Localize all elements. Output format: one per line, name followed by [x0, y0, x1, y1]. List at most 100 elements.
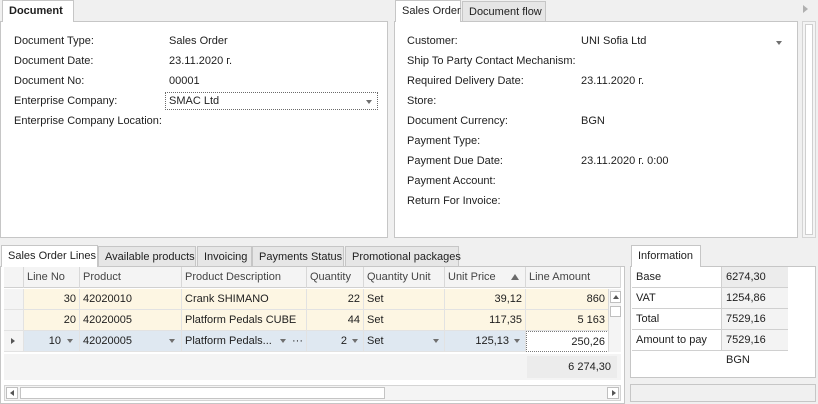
cell-unit-price[interactable]: 117,35	[445, 310, 526, 331]
cell-description[interactable]: Platform Pedals CUBE	[182, 310, 307, 331]
table-row[interactable]: 30 42020010 Crank SHIMANO 22 Set 39,12 8…	[4, 289, 609, 310]
tab-sales-order[interactable]: Sales Order	[395, 0, 461, 22]
payment-type-label: Payment Type:	[407, 135, 481, 147]
cell-description-value: Platform Pedals...	[185, 335, 272, 347]
payment-due-date-label: Payment Due Date:	[407, 155, 503, 167]
cell-line-no[interactable]: 10	[24, 331, 80, 352]
scroll-left-icon[interactable]	[6, 387, 18, 399]
cell-line-amount[interactable]: 5 163	[526, 310, 609, 331]
scrollbar-thumb[interactable]	[20, 387, 385, 399]
grid-vertical-scrollbar[interactable]	[608, 289, 621, 352]
chevron-down-icon[interactable]	[280, 339, 286, 343]
chevron-down-icon[interactable]	[433, 339, 439, 343]
scroll-right-icon[interactable]	[607, 387, 619, 399]
cell-unit[interactable]: Set	[364, 310, 445, 331]
cell-product[interactable]: 42020005	[80, 310, 182, 331]
tab-invoicing[interactable]: Invoicing	[197, 246, 252, 267]
row-indicator	[4, 289, 24, 310]
cell-unit-price[interactable]: 125,13	[445, 331, 526, 352]
grid-footer: 6 274,30	[4, 354, 621, 380]
cell-quantity-value: 2	[340, 335, 347, 347]
cell-description[interactable]: Crank SHIMANO	[182, 289, 307, 310]
info-value: 1254,86 BGN	[722, 288, 788, 324]
total-line-amount: 6 274,30	[527, 356, 617, 378]
col-quantity[interactable]: Quantity	[307, 267, 364, 288]
info-label: VAT	[632, 288, 722, 308]
row-indicator	[4, 310, 24, 331]
info-label: Base	[632, 267, 722, 287]
row-indicator-header	[4, 267, 24, 288]
scrollbar-thumb[interactable]	[610, 306, 621, 317]
sort-ascending-icon	[511, 274, 519, 280]
info-value: 6274,30 BGN	[722, 267, 788, 303]
cell-line-no[interactable]: 30	[24, 289, 80, 310]
tab-sales-order-lines[interactable]: Sales Order Lines	[1, 245, 98, 267]
chevron-down-icon[interactable]	[169, 339, 175, 343]
cell-product-value: 42020005	[83, 335, 132, 347]
document-no-value[interactable]: 00001	[169, 75, 200, 87]
info-label: Amount to pay	[632, 330, 722, 350]
info-value: 7529,16 BGN	[722, 330, 788, 366]
ellipsis-button[interactable]: ···	[292, 331, 303, 351]
sales-order-panel: Customer: UNI Sofia Ltd Ship To Party Co…	[394, 21, 798, 238]
info-label: Total	[632, 309, 722, 329]
cell-line-no[interactable]: 20	[24, 310, 80, 331]
enterprise-company-select[interactable]: SMAC Ltd	[165, 92, 378, 110]
document-type-value: Sales Order	[169, 35, 228, 47]
horizontal-scrollbar[interactable]	[4, 385, 621, 401]
tab-promotional-packages[interactable]: Promotional packages	[345, 246, 461, 267]
info-row: Amount to pay 7529,16 BGN	[632, 330, 788, 366]
cell-unit-value: Set	[367, 335, 384, 347]
overflow-arrow-icon[interactable]	[803, 5, 808, 13]
info-row: Base 6274,30 BGN	[632, 267, 788, 303]
row-indicator-icon	[11, 338, 15, 344]
customer-value[interactable]: UNI Sofia Ltd	[581, 35, 646, 47]
chevron-down-icon[interactable]	[776, 41, 782, 45]
table-row-selected[interactable]: 10 42020005 Platform Pedals... ··· 2 Set…	[4, 331, 609, 352]
chevron-down-icon[interactable]	[514, 339, 520, 343]
tab-available-products[interactable]: Available products	[98, 246, 196, 267]
col-product-description[interactable]: Product Description	[182, 267, 307, 288]
col-line-amount[interactable]: Line Amount	[526, 267, 621, 288]
enterprise-company-value: SMAC Ltd	[169, 95, 220, 107]
cell-quantity[interactable]: 2	[307, 331, 364, 352]
scrollbar-thumb[interactable]	[805, 24, 813, 235]
store-label: Store:	[407, 95, 437, 107]
col-unit-price[interactable]: Unit Price	[445, 267, 526, 288]
cell-unit[interactable]: Set	[364, 289, 445, 310]
cell-unit[interactable]: Set	[364, 331, 445, 352]
grid-header: Line No Product Product Description Quan…	[4, 267, 621, 288]
document-date-value[interactable]: 23.11.2020 г.	[169, 55, 232, 67]
information-footer	[630, 384, 816, 402]
required-delivery-date-value[interactable]: 23.11.2020 г.	[581, 75, 644, 87]
cell-product[interactable]: 42020010	[80, 289, 182, 310]
col-quantity-unit[interactable]: Quantity Unit	[364, 267, 445, 288]
enterprise-company-label: Enterprise Company:	[14, 95, 118, 107]
tab-information[interactable]: Information	[631, 245, 701, 267]
cell-quantity[interactable]: 44	[307, 310, 364, 331]
col-product[interactable]: Product	[80, 267, 182, 288]
cell-description[interactable]: Platform Pedals... ···	[182, 331, 307, 352]
vertical-scrollbar[interactable]	[802, 21, 816, 238]
cell-line-amount[interactable]: 250,26	[526, 331, 609, 352]
return-for-invoice-label: Return For Invoice:	[407, 195, 501, 207]
cell-unit-price[interactable]: 39,12	[445, 289, 526, 310]
col-line-no[interactable]: Line No	[24, 267, 80, 288]
payment-due-date-value[interactable]: 23.11.2020 г. 0:00	[581, 155, 668, 167]
payment-account-label: Payment Account:	[407, 175, 496, 187]
cell-line-amount[interactable]: 860	[526, 289, 609, 310]
chevron-down-icon[interactable]	[366, 100, 372, 104]
tab-payments-status[interactable]: Payments Status	[252, 246, 344, 267]
scroll-up-icon[interactable]	[610, 291, 621, 303]
chevron-down-icon[interactable]	[352, 339, 358, 343]
document-type-label: Document Type:	[14, 35, 94, 47]
chevron-down-icon[interactable]	[67, 339, 73, 343]
cell-product[interactable]: 42020005	[80, 331, 182, 352]
info-value: 7529,16 BGN	[722, 309, 788, 345]
cell-quantity[interactable]: 22	[307, 289, 364, 310]
document-currency-value[interactable]: BGN	[581, 115, 605, 127]
cell-unit-price-value: 125,13	[475, 335, 509, 347]
tab-document-flow[interactable]: Document flow	[462, 1, 546, 22]
table-row[interactable]: 20 42020005 Platform Pedals CUBE 44 Set …	[4, 310, 609, 331]
tab-document[interactable]: Document	[2, 0, 74, 22]
